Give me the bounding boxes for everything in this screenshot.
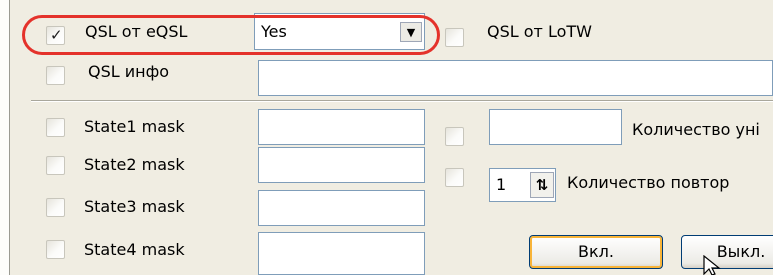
separator bbox=[31, 100, 773, 102]
chevron-down-icon[interactable]: ▼ bbox=[400, 22, 422, 42]
state4-input[interactable] bbox=[258, 232, 425, 275]
state1-label: State1 mask bbox=[84, 117, 185, 136]
state2-input[interactable] bbox=[258, 147, 425, 183]
state4-checkbox[interactable] bbox=[46, 240, 65, 259]
qsl-info-label: QSL инфо bbox=[88, 62, 170, 81]
state2-checkbox[interactable] bbox=[46, 156, 65, 175]
qsl-eqsl-select[interactable]: Yes ▼ bbox=[254, 13, 425, 50]
state4-label: State4 mask bbox=[84, 240, 185, 259]
count-unique-label: Количество уні bbox=[632, 120, 760, 139]
qsl-info-checkbox[interactable] bbox=[46, 66, 65, 85]
spin-arrows-icon[interactable]: ⇅ bbox=[530, 172, 554, 198]
checkmark-icon: ✓ bbox=[50, 26, 63, 44]
state1-checkbox[interactable] bbox=[46, 118, 65, 137]
on-button[interactable]: Вкл. bbox=[529, 235, 663, 269]
filter-panel: ✓ QSL от eQSL Yes ▼ QSL от LoTW QSL инфо… bbox=[0, 0, 773, 275]
qsl-info-input[interactable] bbox=[258, 60, 773, 96]
count-repeat-value: 1 bbox=[496, 175, 507, 194]
qsl-lotw-checkbox[interactable] bbox=[445, 28, 464, 47]
count-unique-input[interactable] bbox=[489, 109, 622, 145]
mouse-cursor-icon bbox=[703, 255, 721, 275]
count-repeat-checkbox[interactable] bbox=[445, 168, 464, 187]
qsl-eqsl-value: Yes bbox=[261, 22, 287, 41]
state3-checkbox[interactable] bbox=[46, 198, 65, 217]
count-repeat-label: Количество повтор bbox=[567, 173, 730, 192]
left-border bbox=[0, 0, 10, 275]
qsl-eqsl-checkbox[interactable]: ✓ bbox=[46, 26, 65, 45]
qsl-lotw-label: QSL от LoTW bbox=[487, 22, 592, 41]
state2-label: State2 mask bbox=[84, 155, 185, 174]
qsl-eqsl-label: QSL от eQSL bbox=[85, 22, 188, 41]
count-unique-checkbox[interactable] bbox=[445, 127, 464, 146]
count-repeat-spinner[interactable]: 1 ⇅ bbox=[489, 168, 556, 202]
off-button[interactable]: Выкл. bbox=[681, 235, 773, 269]
state3-input[interactable] bbox=[258, 190, 425, 226]
state1-input[interactable] bbox=[258, 109, 425, 145]
state3-label: State3 mask bbox=[84, 197, 185, 216]
